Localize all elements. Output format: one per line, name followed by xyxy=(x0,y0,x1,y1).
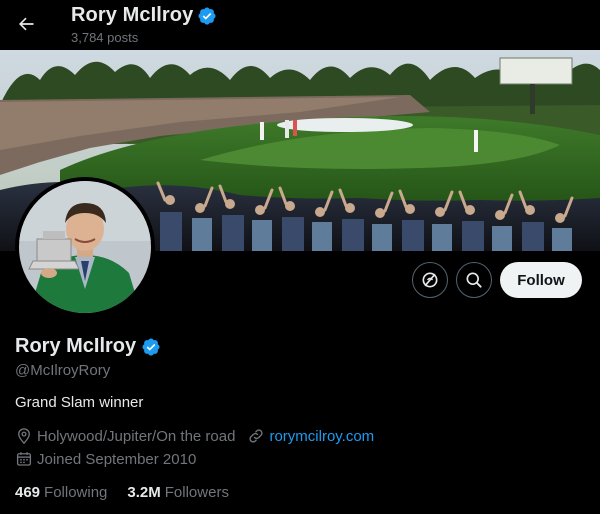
following-count: 469 xyxy=(15,484,41,501)
profile-bio: Grand Slam winner xyxy=(15,394,144,411)
meta-row-location-website: Holywood/Jupiter/On the road rorymcilroy… xyxy=(15,427,374,445)
top-profile-name: Rory McIlroy xyxy=(71,4,194,26)
calendar-icon xyxy=(16,452,32,466)
avatar-container[interactable] xyxy=(15,177,155,317)
follow-button[interactable]: Follow xyxy=(500,262,582,298)
meta-row-joined: Joined September 2010 xyxy=(15,450,196,468)
display-name: Rory McIlroy xyxy=(15,335,137,357)
follow-stats: 469 Following 3.2M Followers xyxy=(15,484,229,501)
arrow-left-icon xyxy=(19,17,34,31)
following-stat[interactable]: 469 Following xyxy=(15,484,107,501)
top-name-row: Rory McIlroy xyxy=(71,4,217,27)
subscribe-icon xyxy=(422,272,438,288)
following-label: Following xyxy=(44,484,108,501)
joined-text: Joined September 2010 xyxy=(37,450,197,468)
location-pin-icon xyxy=(18,428,30,445)
profile-name-row: Rory McIlroy xyxy=(15,335,161,358)
followers-stat[interactable]: 3.2M Followers xyxy=(127,484,229,501)
verified-badge-icon[interactable] xyxy=(141,337,161,357)
search-profile-button[interactable] xyxy=(456,262,492,298)
search-icon xyxy=(466,272,482,288)
followers-label: Followers xyxy=(164,484,229,501)
location-item: Holywood/Jupiter/On the road xyxy=(15,427,235,445)
link-icon xyxy=(249,429,264,443)
joined-item: Joined September 2010 xyxy=(15,450,196,468)
website-link[interactable]: rorymcilroy.com xyxy=(269,428,374,445)
location-text: Holywood/Jupiter/On the road xyxy=(37,427,236,445)
post-count: 3,784 posts xyxy=(71,30,139,45)
avatar xyxy=(19,181,151,313)
subscribe-button[interactable] xyxy=(412,262,448,298)
website-item[interactable]: rorymcilroy.com xyxy=(247,427,374,445)
back-button[interactable] xyxy=(10,8,42,40)
followers-count: 3.2M xyxy=(127,484,161,501)
top-bar: Rory McIlroy 3,784 posts xyxy=(0,0,600,50)
verified-badge-icon xyxy=(198,6,216,25)
profile-handle: @McIlroyRory xyxy=(15,362,111,379)
